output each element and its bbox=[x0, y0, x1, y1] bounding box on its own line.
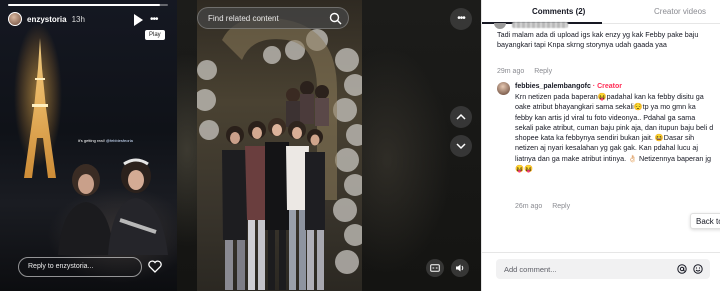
comment-author[interactable]: febbies_palembangofc · Creator bbox=[515, 83, 622, 90]
volume-button[interactable] bbox=[451, 259, 469, 277]
video-pane: Find related content ••• bbox=[177, 0, 481, 291]
chevron-down-icon bbox=[456, 143, 466, 150]
story-time: 13h bbox=[71, 14, 85, 24]
search-input[interactable]: Find related content bbox=[208, 14, 279, 23]
captions-icon bbox=[430, 264, 440, 272]
story-header: enzystoria 13h bbox=[8, 12, 85, 26]
avatar[interactable] bbox=[8, 12, 22, 26]
story-viewer[interactable]: enzystoria 13h ••• Play it's getting rea… bbox=[0, 0, 177, 291]
search-bar[interactable]: Find related content bbox=[197, 7, 349, 29]
comment-text: Krn netizen pada baperan😝padahal kan ka … bbox=[515, 92, 714, 174]
blurred-username bbox=[512, 22, 568, 28]
comment-time: 29m ago bbox=[497, 68, 525, 75]
mention-icon[interactable] bbox=[677, 264, 687, 274]
story-progress-bar bbox=[8, 4, 168, 6]
more-icon[interactable]: ••• bbox=[150, 15, 158, 25]
search-icon[interactable] bbox=[329, 12, 342, 25]
play-icon[interactable] bbox=[133, 14, 143, 26]
video-player[interactable] bbox=[197, 0, 362, 291]
next-video-button[interactable] bbox=[450, 135, 472, 157]
reply-button[interactable]: Reply bbox=[534, 68, 552, 75]
volume-icon bbox=[456, 264, 464, 272]
comment-meta: 26m ago Reply bbox=[515, 203, 578, 210]
comment-text: Tadi malam ada di upload igs kak enzy yg… bbox=[497, 30, 699, 50]
story-caption: it's getting real! @febbiesfeoria bbox=[78, 138, 133, 143]
avatar[interactable] bbox=[494, 23, 506, 29]
previous-video-button[interactable] bbox=[450, 106, 472, 128]
story-photo-people bbox=[58, 158, 168, 255]
story-username[interactable]: enzystoria bbox=[27, 15, 67, 24]
caption-text: it's getting real! bbox=[78, 138, 105, 143]
comments-panel: Comments (2) Creator videos Tadi malam a… bbox=[481, 0, 720, 291]
emoji-icon[interactable] bbox=[693, 264, 703, 274]
heart-icon[interactable] bbox=[148, 260, 162, 273]
add-comment-input[interactable]: Add comment... bbox=[496, 259, 710, 279]
back-to-top-button[interactable]: Back to bbox=[690, 213, 720, 229]
tab-creator-videos[interactable]: Creator videos bbox=[654, 7, 706, 16]
panel-tabs: Comments (2) Creator videos bbox=[482, 0, 720, 24]
add-comment-placeholder: Add comment... bbox=[504, 265, 557, 274]
avatar[interactable] bbox=[497, 82, 510, 95]
caption-tag[interactable]: @febbiesfeoria bbox=[106, 138, 133, 143]
author-name[interactable]: febbies_palembangofc bbox=[515, 83, 591, 90]
reply-button[interactable]: Reply bbox=[552, 203, 570, 210]
video-frame-scene bbox=[197, 17, 362, 290]
story-reply-input[interactable]: Reply to enzystoria... bbox=[18, 257, 142, 277]
play-tooltip: Play bbox=[145, 30, 165, 40]
chevron-up-icon bbox=[456, 113, 466, 120]
more-icon[interactable]: ••• bbox=[450, 8, 472, 30]
app-window: enzystoria 13h ••• Play it's getting rea… bbox=[0, 0, 720, 291]
comment-time: 26m ago bbox=[515, 203, 543, 210]
creator-badge: · Creator bbox=[590, 83, 622, 90]
captions-button[interactable] bbox=[426, 259, 444, 277]
comment-meta: 29m ago Reply bbox=[497, 68, 560, 75]
tab-comments[interactable]: Comments (2) bbox=[532, 7, 585, 16]
add-comment-bar: Add comment... bbox=[482, 252, 720, 291]
